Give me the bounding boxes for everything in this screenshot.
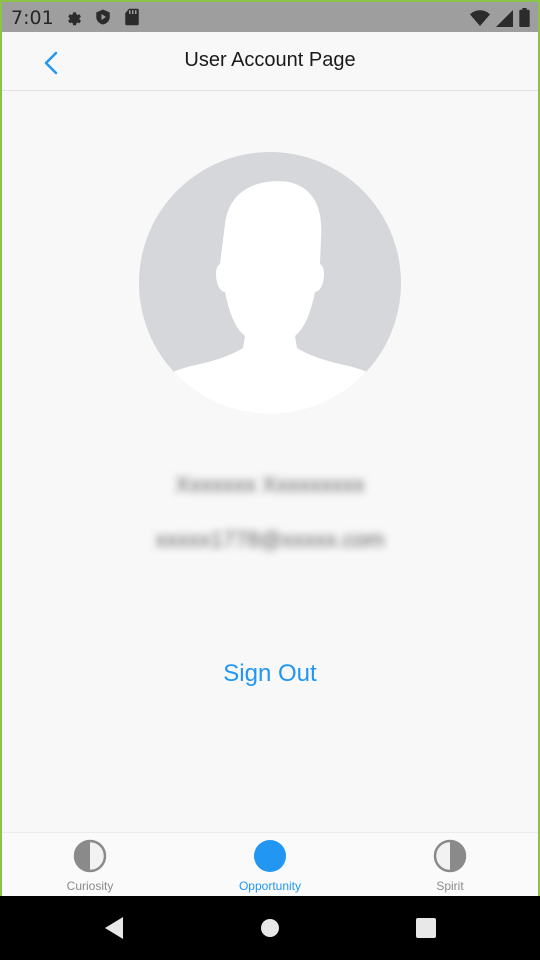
recents-square-icon[interactable] [413,915,439,941]
battery-icon [519,8,530,32]
avatar [139,152,401,414]
status-time: 7:01 [11,7,54,29]
app-frame: 7:01 User Account Page Xxxxxxx Xxxxxxxxx… [0,0,540,896]
app-bar: User Account Page [2,32,538,91]
user-name: Xxxxxxx Xxxxxxxxx [175,472,365,497]
tab-opportunity[interactable]: Opportunity [210,839,330,895]
user-email: xxxxx1778@xxxxx.com [155,527,385,552]
half-circle-icon [433,839,467,873]
tab-label: Curiosity [66,879,114,893]
wifi-icon [470,10,490,32]
sign-out-button[interactable]: Sign Out [170,660,370,696]
settings-gear-icon [64,8,82,31]
half-circle-icon [73,839,107,873]
tab-label: Opportunity [238,879,302,893]
signal-icon [496,10,513,32]
shield-icon [94,8,112,31]
page-title: User Account Page [184,49,356,71]
bottom-nav: Curiosity Opportunity Spirit [2,832,538,896]
tab-label: Spirit [436,879,464,893]
filled-circle-icon [254,840,286,872]
status-bar: 7:01 [2,2,538,32]
system-nav-bar [0,896,540,960]
status-icons-right [470,8,530,32]
home-circle-icon[interactable] [257,915,283,941]
sd-card-icon [124,8,140,31]
back-triangle-icon[interactable] [101,915,127,941]
status-icons-left [64,8,140,31]
person-silhouette-icon [139,181,401,414]
tab-spirit[interactable]: Spirit [390,839,510,895]
tab-curiosity[interactable]: Curiosity [30,839,150,895]
